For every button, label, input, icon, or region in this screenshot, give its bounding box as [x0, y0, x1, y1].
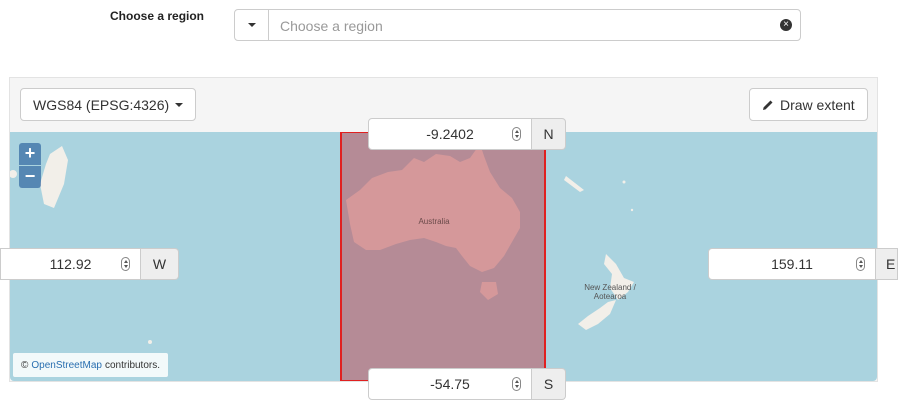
north-value: -9.2402 [426, 126, 474, 142]
madagascar-land [40, 146, 68, 208]
south-input[interactable]: -54.75 [368, 368, 532, 400]
openstreetmap-link[interactable]: OpenStreetMap [31, 360, 102, 371]
west-input[interactable]: 112.92 [0, 248, 141, 280]
region-dropdown-button[interactable] [235, 10, 269, 40]
east-input[interactable]: 159.11 [708, 248, 876, 280]
region-select[interactable]: Choose a region × [234, 9, 801, 41]
north-addon: N [532, 118, 566, 150]
crs-label: WGS84 (EPSG:4326) [33, 96, 170, 113]
pencil-icon [763, 100, 773, 110]
draw-extent-label: Draw extent [780, 96, 855, 113]
attribution-suffix: contributors. [104, 359, 161, 371]
clear-icon[interactable]: × [780, 19, 792, 31]
north-extent-control: -9.2402 N [368, 118, 566, 150]
zoom-in-button[interactable]: + [19, 143, 41, 165]
east-value: 159.11 [771, 256, 813, 272]
south-addon: S [532, 368, 566, 400]
map-attribution: © OpenStreetMap contributors. [13, 353, 169, 377]
region-placeholder[interactable]: Choose a region [280, 18, 383, 34]
selection-extent [340, 132, 546, 381]
east-extent-control: 159.11 E [708, 248, 898, 280]
east-addon: E [876, 248, 898, 280]
west-extent-control: 112.92 W [0, 248, 179, 280]
caret-down-icon [247, 23, 256, 27]
new-zealand-map-label-2: Aotearoa [594, 292, 627, 301]
zoom-controls: + − [19, 143, 41, 189]
spinner-icon[interactable] [121, 257, 130, 271]
australia-map-label: Australia [418, 217, 450, 226]
south-extent-control: -54.75 S [368, 368, 566, 400]
crs-dropdown-button[interactable]: WGS84 (EPSG:4326) [20, 88, 197, 121]
caret-down-icon [175, 102, 184, 107]
attribution-prefix: © [21, 359, 29, 371]
region-label: Choose a region [110, 9, 205, 23]
spinner-icon[interactable] [512, 377, 521, 391]
south-value: -54.75 [430, 376, 470, 392]
north-input[interactable]: -9.2402 [368, 118, 532, 150]
draw-extent-button[interactable]: Draw extent [749, 88, 868, 121]
west-value: 112.92 [49, 256, 92, 272]
new-zealand-south-land [578, 300, 616, 330]
zoom-out-button[interactable]: − [19, 166, 41, 188]
spinner-icon[interactable] [512, 127, 521, 141]
new-zealand-map-label-1: New Zealand / [584, 283, 636, 292]
spinner-icon[interactable] [856, 257, 865, 271]
west-addon: W [141, 248, 179, 280]
